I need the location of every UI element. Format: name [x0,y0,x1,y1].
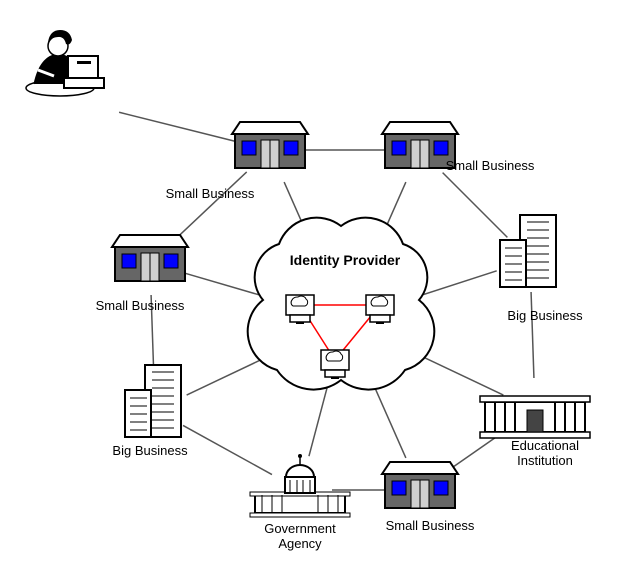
identity-provider-diagram: Identity Provider Small Business Small Bu… [0,0,628,573]
server-icon [366,295,394,324]
node-small-icon [112,235,188,281]
node-small-icon [382,462,458,508]
node-big-icon [125,365,181,437]
node-label: Small Business [166,186,255,201]
node-edu-icon [480,396,590,438]
node-label: Big Business [112,443,188,458]
node-label: Small Business [386,518,475,533]
node-gov-icon [250,454,350,517]
node-label-line1: Government [264,521,336,536]
center-label: Identity Provider [290,252,401,268]
server-icon [321,350,349,379]
node-label-line2: Institution [517,453,573,468]
node-label: Small Business [96,298,185,313]
node-label: Small Business [446,158,535,173]
user-icon [26,30,104,96]
node-big-icon [500,215,556,287]
server-icon [286,295,314,324]
node-label-line2: Agency [278,536,322,551]
node-small-icon [232,122,308,168]
node-label-line1: Educational [511,438,579,453]
user-link-edge [119,112,241,142]
node-label: Big Business [507,308,583,323]
